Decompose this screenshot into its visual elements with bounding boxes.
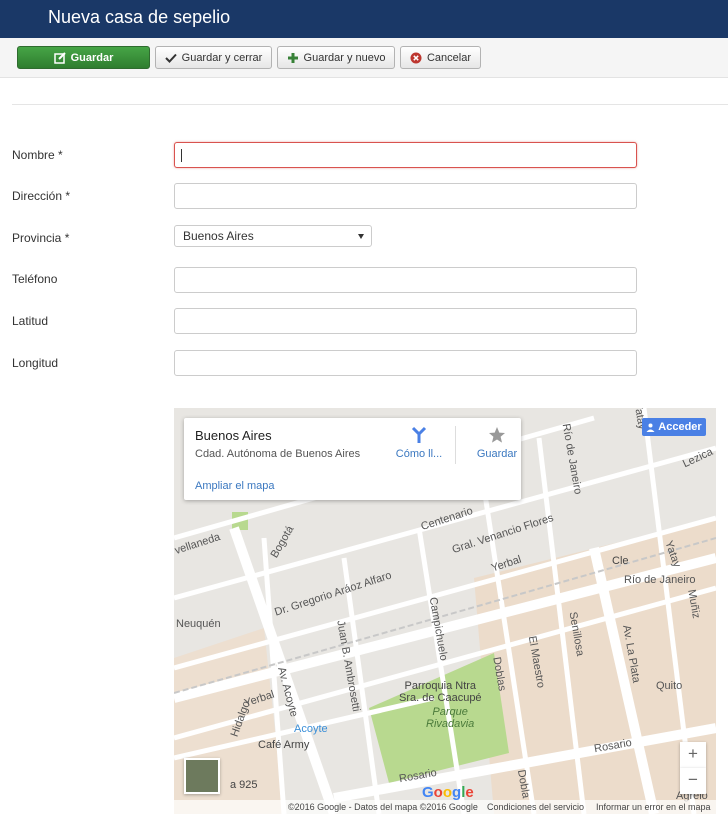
nombre-label: Nombre * (12, 148, 63, 162)
enlarge-map-link[interactable]: Ampliar el mapa (195, 480, 274, 492)
terms-link[interactable]: Condiciones del servicio (487, 802, 584, 812)
place-title: Buenos Aires (195, 428, 272, 443)
cancel-label: Cancelar (426, 51, 472, 64)
divider (12, 104, 728, 105)
cancel-icon (410, 52, 422, 63)
signin-label: Acceder (658, 421, 702, 433)
longitud-field[interactable] (174, 350, 637, 376)
signin-button[interactable]: Acceder (642, 418, 706, 436)
street-label: Neuquén (176, 618, 221, 630)
latitud-field[interactable] (174, 308, 637, 334)
direccion-field[interactable] (174, 183, 637, 209)
provincia-value: Buenos Aires (183, 229, 254, 243)
map-embed[interactable]: Bogotá vellaneda Centenario Gral. Venanc… (174, 408, 716, 814)
page-title: Nueva casa de sepelio (48, 7, 231, 27)
nombre-field[interactable] (174, 142, 637, 168)
zoom-out-button[interactable]: − (680, 768, 706, 794)
plus-icon (287, 52, 298, 63)
save-label: Guardar (70, 51, 114, 64)
toolbar: Guardar Guardar y cerrar Guardar y nuevo… (0, 38, 728, 78)
park-label: Parque Rivadavia (426, 706, 475, 730)
poi-label: Cle (612, 555, 629, 567)
map-footer: ©2016 Google - Datos del mapa ©2016 Goog… (174, 800, 716, 814)
satellite-view-toggle[interactable] (184, 758, 220, 794)
check-icon (164, 53, 177, 63)
latitud-label: Latitud (12, 314, 49, 328)
save-place-label: Guardar (476, 448, 518, 460)
edit-icon (53, 51, 66, 64)
directions-label: Cómo ll... (395, 448, 443, 460)
cancel-button[interactable]: Cancelar (400, 46, 481, 69)
report-error-link[interactable]: Informar un error en el mapa (596, 802, 711, 812)
directions-button[interactable]: Cómo ll... (389, 426, 449, 460)
save-close-button[interactable]: Guardar y cerrar (155, 46, 272, 69)
page-header: Nueva casa de sepelio (0, 0, 728, 38)
save-new-label: Guardar y nuevo (303, 51, 386, 64)
provincia-label: Provincia * (12, 231, 70, 245)
station-label: Acoyte (294, 723, 328, 735)
telefono-label: Teléfono (12, 272, 58, 286)
text-caret (181, 149, 182, 162)
save-new-button[interactable]: Guardar y nuevo (277, 46, 395, 69)
save-close-label: Guardar y cerrar (181, 51, 263, 64)
poi-label: Parroquia Ntra Sra. de Caacupé (399, 680, 482, 704)
save-button[interactable]: Guardar (17, 46, 150, 69)
map-info-card: Buenos Aires Cdad. Autónoma de Buenos Ai… (184, 418, 521, 500)
telefono-field[interactable] (174, 267, 637, 293)
street-label: Río de Janeiro (624, 574, 696, 586)
google-logo: Google (422, 784, 474, 801)
poi-label: Café Army (258, 739, 310, 751)
place-subtitle: Cdad. Autónoma de Buenos Aires (195, 448, 361, 460)
street-label: Quito (656, 680, 683, 692)
directions-icon (411, 426, 427, 443)
save-place-button[interactable]: Guardar (467, 426, 527, 460)
user-icon (646, 423, 655, 432)
provincia-select[interactable]: Buenos Aires (174, 225, 372, 247)
dropdown-arrow-icon (358, 234, 364, 239)
separator (455, 426, 456, 464)
map-copyright: ©2016 Google - Datos del mapa ©2016 Goog… (288, 802, 478, 812)
zoom-in-button[interactable]: + (680, 742, 706, 768)
direccion-label: Dirección * (12, 189, 71, 203)
longitud-label: Longitud (12, 356, 59, 370)
star-icon (489, 427, 505, 443)
poi-label: a 925 (230, 779, 258, 791)
